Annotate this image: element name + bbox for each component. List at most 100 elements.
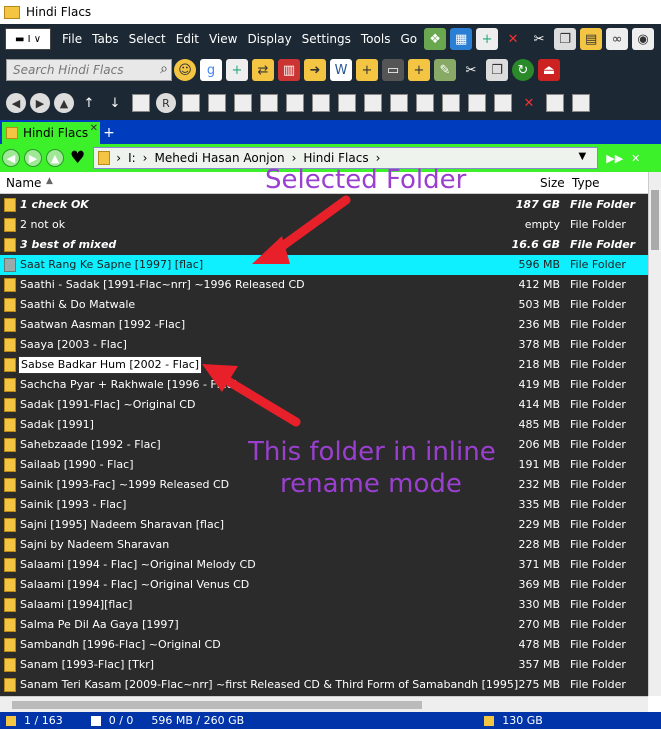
close-icon[interactable]: ✕ bbox=[518, 92, 540, 114]
paste-icon[interactable]: ▤ bbox=[580, 28, 603, 50]
scroll-thumb[interactable] bbox=[651, 190, 659, 250]
column-name[interactable]: Name bbox=[6, 176, 41, 190]
move-icon[interactable]: ➜ bbox=[304, 59, 326, 81]
rename-icon[interactable] bbox=[182, 94, 200, 112]
export-icon[interactable] bbox=[416, 94, 434, 112]
tab-hindi-flacs[interactable]: Hindi Flacs ✕ bbox=[2, 122, 100, 144]
table-row[interactable]: Salaami [1994][flac] 330 MB File Folder bbox=[0, 595, 648, 615]
folder-add-icon[interactable]: + bbox=[356, 59, 378, 81]
arrow-down-icon[interactable]: ↓ bbox=[104, 92, 126, 114]
table-row[interactable]: Saathi & Do Matwale 503 MB File Folder bbox=[0, 295, 648, 315]
arrow-up-icon[interactable]: ↑ bbox=[78, 92, 100, 114]
link-icon[interactable]: ∞ bbox=[606, 28, 629, 50]
grid2-icon[interactable] bbox=[468, 94, 486, 112]
sync-icon[interactable]: ⇄ bbox=[252, 59, 274, 81]
menu-settings[interactable]: Settings bbox=[297, 24, 356, 54]
up-icon[interactable]: ▲ bbox=[46, 149, 64, 167]
notes-icon[interactable] bbox=[364, 94, 382, 112]
cut-icon[interactable]: ✂ bbox=[528, 28, 550, 50]
rename-input[interactable]: Sabse Badkar Hum [2002 - Flac] bbox=[18, 356, 203, 374]
table-row[interactable]: Sadak [1991] 485 MB File Folder bbox=[0, 415, 648, 435]
disc-icon[interactable]: ◉ bbox=[632, 28, 655, 50]
remove-icon[interactable] bbox=[546, 94, 564, 112]
new-folder-icon[interactable]: + bbox=[226, 59, 248, 81]
registered-icon[interactable]: R bbox=[156, 93, 176, 113]
menu-tabs[interactable]: Tabs bbox=[87, 24, 124, 54]
menu-go[interactable]: Go bbox=[395, 24, 422, 54]
table-row[interactable]: Sambandh [1996-Flac] ~Original CD 478 MB F… bbox=[0, 635, 648, 655]
table-row[interactable]: Sanam Teri Kasam [2009-Flac~nrr] ~first … bbox=[0, 675, 648, 695]
grid-icon[interactable] bbox=[442, 94, 460, 112]
clipboard-icon[interactable] bbox=[286, 94, 304, 112]
forward-icon[interactable]: ▶ bbox=[30, 93, 50, 113]
breadcrumb-current[interactable]: Hindi Flacs bbox=[303, 151, 368, 165]
file-icon[interactable] bbox=[572, 94, 590, 112]
menu-edit[interactable]: Edit bbox=[171, 24, 204, 54]
chevron-down-icon[interactable]: ▼ bbox=[579, 151, 587, 162]
copy-to-icon[interactable]: ❐ bbox=[486, 59, 508, 81]
scissors-icon[interactable]: ✂ bbox=[460, 59, 482, 81]
table-row[interactable]: Saaya [2003 - Flac] 378 MB File Folder bbox=[0, 335, 648, 355]
refresh-icon[interactable]: ↻ bbox=[512, 59, 534, 81]
table-row[interactable]: Sajni by Nadeem Sharavan 228 MB File Folde… bbox=[0, 535, 648, 555]
forward-icon[interactable]: ▶ bbox=[24, 149, 42, 167]
printer2-icon[interactable] bbox=[260, 94, 278, 112]
menu-file[interactable]: File bbox=[57, 24, 87, 54]
google-icon[interactable]: g bbox=[200, 59, 222, 81]
new-tab-button[interactable]: + bbox=[102, 122, 116, 144]
drive-combo[interactable]: ▬ I ∨ bbox=[5, 28, 51, 50]
edit-icon[interactable] bbox=[338, 94, 356, 112]
table-row[interactable]: Salma Pe Dil Aa Gaya [1997] 270 MB File Fo… bbox=[0, 615, 648, 635]
search-input[interactable]: Search Hindi Flacs ⌕ bbox=[6, 59, 172, 81]
breadcrumb-drive[interactable]: I: bbox=[128, 151, 136, 165]
search-icon[interactable]: ⌕ bbox=[160, 61, 168, 77]
printer-icon[interactable] bbox=[208, 94, 226, 112]
column-type[interactable]: Type bbox=[572, 176, 600, 190]
go-icon[interactable]: ▶▶ bbox=[606, 152, 623, 165]
rename2-icon[interactable] bbox=[312, 94, 330, 112]
table-row[interactable]: Salaami [1994 - Flac] ~Original Melody C… bbox=[0, 555, 648, 575]
scroll-thumb[interactable] bbox=[12, 701, 422, 709]
new-icon[interactable]: + bbox=[476, 28, 499, 50]
breadcrumb-user[interactable]: Mehedi Hasan Aonjon bbox=[154, 151, 284, 165]
delete-icon[interactable]: ✕ bbox=[502, 28, 524, 50]
table-row[interactable]: Sanam [1993-Flac] [Tkr] 357 MB File Folder bbox=[0, 655, 648, 675]
exit-icon[interactable]: ⏏ bbox=[538, 59, 560, 81]
menu-select[interactable]: Select bbox=[124, 24, 171, 54]
vertical-scrollbar[interactable] bbox=[648, 172, 661, 696]
folder-plus-icon[interactable]: + bbox=[408, 59, 430, 81]
print-icon[interactable] bbox=[132, 94, 150, 112]
text-icon[interactable] bbox=[234, 94, 252, 112]
column-size[interactable]: Size bbox=[540, 176, 565, 190]
table-row[interactable]: 3 best of mixed 16.6 GB File Folder bbox=[0, 235, 648, 255]
back-icon[interactable]: ◀ bbox=[2, 149, 20, 167]
table-row[interactable]: Saathi - Sadak [1991-Flac~nrr] ~1996 Rel… bbox=[0, 275, 648, 295]
table-row[interactable]: Sachcha Pyar + Rakhwale [1996 - Flac] 419… bbox=[0, 375, 648, 395]
table-row-selected[interactable]: Saat Rang Ke Sapne [1997] [flac] 596 MB Fi… bbox=[0, 255, 648, 275]
favorites-heart-icon[interactable]: ♥ bbox=[70, 148, 85, 168]
menu-display[interactable]: Display bbox=[242, 24, 296, 54]
close-icon[interactable]: ✕ bbox=[631, 152, 640, 165]
close-tab-icon[interactable]: ✕ bbox=[90, 123, 98, 134]
layout-icon[interactable]: ▦ bbox=[450, 28, 473, 50]
back-icon[interactable]: ◀ bbox=[6, 93, 26, 113]
menu-view[interactable]: View bbox=[204, 24, 242, 54]
table-row[interactable]: 2 not ok empty File Folder bbox=[0, 215, 648, 235]
windows-icon[interactable]: ❖ bbox=[424, 28, 447, 50]
menu-tools[interactable]: Tools bbox=[356, 24, 396, 54]
table-row[interactable]: 1 check OK 187 GB File Folder bbox=[0, 195, 648, 215]
horizontal-scrollbar[interactable] bbox=[0, 696, 648, 712]
table-row[interactable]: Sajni [1995] Nadeem Sharavan [flac] 229 M… bbox=[0, 515, 648, 535]
table-row[interactable]: Sadak [1991-Flac] ~Original CD 414 MB File… bbox=[0, 395, 648, 415]
paint-icon[interactable]: ✎ bbox=[434, 59, 456, 81]
scroll-icon[interactable] bbox=[390, 94, 408, 112]
undo-icon[interactable] bbox=[494, 94, 512, 112]
up-icon[interactable]: ▲ bbox=[54, 93, 74, 113]
drive-icon[interactable]: ▭ bbox=[382, 59, 404, 81]
smiley-icon[interactable]: ☺ bbox=[174, 59, 196, 81]
table-row[interactable]: Salaami [1994 - Flac] ~Original Venus CD… bbox=[0, 575, 648, 595]
table-row[interactable]: Saatwan Aasman [1992 -Flac] 236 MB File Fo… bbox=[0, 315, 648, 335]
copy-icon[interactable]: ❐ bbox=[554, 28, 577, 50]
word-icon[interactable]: W bbox=[330, 59, 352, 81]
filmstrip-icon[interactable]: ▥ bbox=[278, 59, 300, 81]
